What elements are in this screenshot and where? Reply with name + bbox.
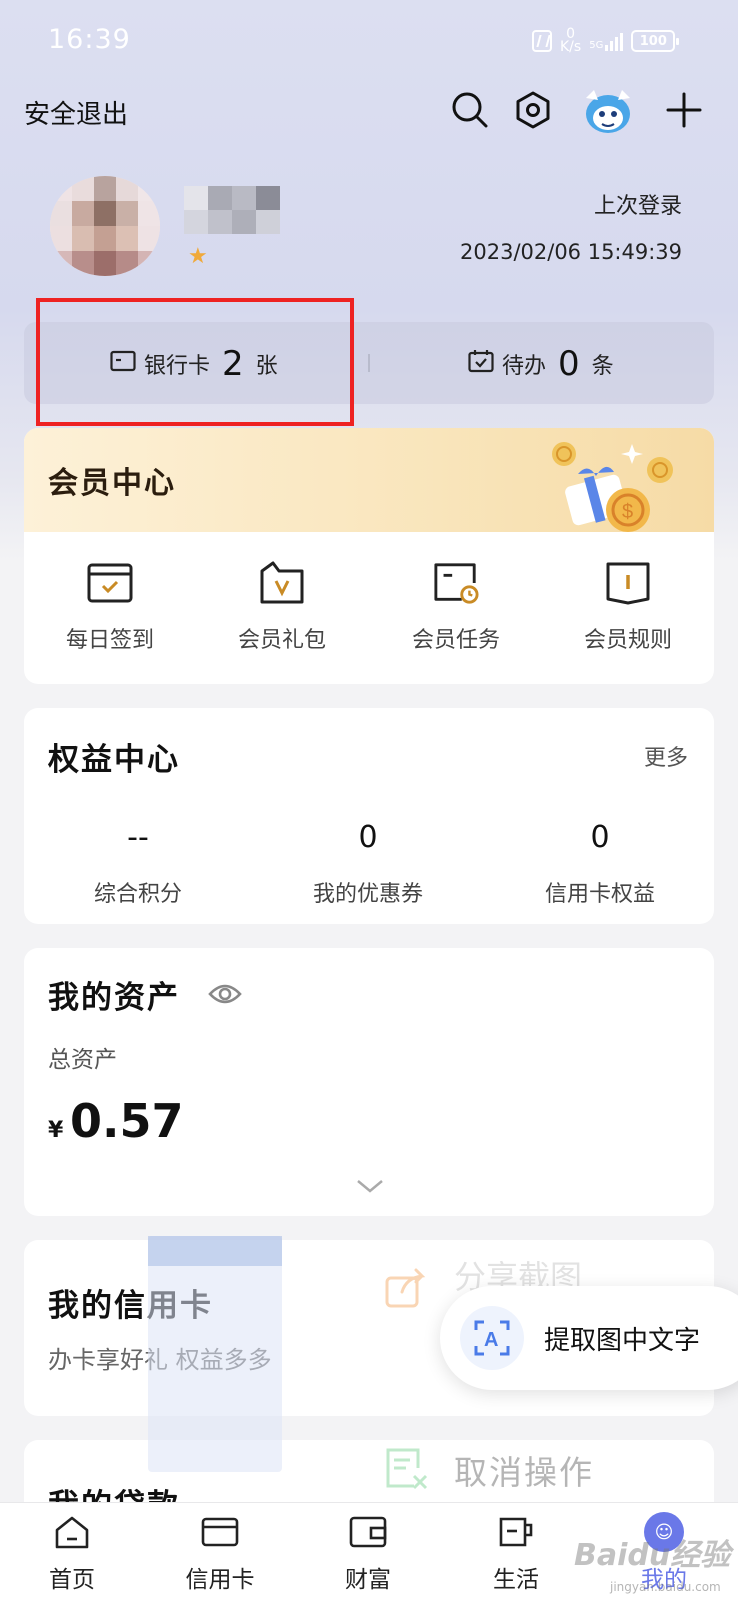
cancel-icon[interactable] xyxy=(384,1446,430,1492)
svg-text:A: A xyxy=(484,1329,498,1351)
member-level-star-icon: ★ xyxy=(188,244,208,269)
stat-value: 0 xyxy=(358,820,378,855)
stat-value: -- xyxy=(127,820,149,855)
divider xyxy=(368,354,370,372)
gift-coins-illustration: $ xyxy=(548,432,698,532)
stat-label: 信用卡权益 xyxy=(544,882,655,907)
daily-checkin-item[interactable]: 每日签到 xyxy=(40,560,180,654)
nfc-icon xyxy=(532,30,552,52)
logout-button[interactable]: 安全退出 xyxy=(24,94,128,131)
battery-level: 100 xyxy=(639,33,667,49)
gift-folder-icon xyxy=(259,560,305,606)
nav-credit-card[interactable]: 信用卡 xyxy=(160,1512,280,1594)
battery-icon: 100 xyxy=(631,30,680,52)
task-clock-icon xyxy=(433,560,479,606)
nav-label: 首页 xyxy=(49,1567,95,1593)
last-login-time: 2023/02/06 15:49:39 xyxy=(460,240,683,264)
currency-symbol: ¥ xyxy=(48,1118,64,1143)
total-assets-amount: 0.57 xyxy=(70,1094,184,1148)
rights-center-title: 权益中心 xyxy=(48,742,180,778)
signal-icon: 5G xyxy=(589,31,624,51)
mascot-avatar[interactable] xyxy=(580,84,636,136)
user-name-blurred xyxy=(184,186,280,234)
eye-visibility-icon[interactable] xyxy=(208,980,242,1008)
highlight-annotation-box xyxy=(36,298,354,426)
status-icons: 0 K/s 5G 100 xyxy=(532,26,692,56)
status-time: 16:39 xyxy=(48,24,131,55)
screenshot-thumbnail[interactable] xyxy=(148,1236,282,1472)
plus-icon[interactable] xyxy=(664,90,704,130)
calendar-check-icon xyxy=(468,349,494,379)
extract-text-label: 提取图中文字 xyxy=(544,1325,701,1356)
points-stat[interactable]: -- 综合积分 xyxy=(38,820,238,908)
todo-unit: 条 xyxy=(591,354,614,379)
svg-text:$: $ xyxy=(622,501,633,523)
member-item-label: 会员规则 xyxy=(583,628,672,653)
calendar-check-icon xyxy=(87,560,133,606)
settings-icon[interactable] xyxy=(513,90,553,130)
todo-count: 0 xyxy=(558,344,580,384)
credit-card-icon xyxy=(200,1512,240,1552)
more-link[interactable]: 更多 xyxy=(644,740,688,772)
member-rules-item[interactable]: 会员规则 xyxy=(558,560,698,654)
ocr-scan-icon: A xyxy=(460,1306,524,1370)
user-avatar[interactable] xyxy=(50,176,160,276)
coupons-stat[interactable]: 0 我的优惠券 xyxy=(268,820,468,908)
extract-text-button[interactable]: A 提取图中文字 xyxy=(440,1286,738,1390)
share-icon[interactable] xyxy=(384,1266,428,1310)
wallet-icon xyxy=(348,1512,388,1552)
member-item-label: 会员任务 xyxy=(411,628,500,653)
coffee-cup-icon xyxy=(496,1512,536,1552)
member-center-title[interactable]: 会员中心 xyxy=(48,458,176,502)
nav-label: 财富 xyxy=(345,1567,391,1593)
nav-wealth[interactable]: 财富 xyxy=(308,1512,428,1594)
todo-entry[interactable]: 待办 0 条 xyxy=(468,336,614,392)
my-assets-title: 我的资产 xyxy=(48,980,180,1016)
nav-label: 信用卡 xyxy=(185,1567,255,1593)
stat-label: 我的优惠券 xyxy=(312,882,423,907)
member-item-label: 会员礼包 xyxy=(237,628,326,653)
home-icon xyxy=(52,1512,92,1552)
nav-life[interactable]: 生活 xyxy=(456,1512,576,1594)
total-assets-label: 总资产 xyxy=(48,1047,117,1073)
todo-label: 待办 xyxy=(502,354,547,379)
credit-rights-stat[interactable]: 0 信用卡权益 xyxy=(500,820,700,908)
last-login-label: 上次登录 xyxy=(594,194,683,219)
nav-label: 生活 xyxy=(493,1567,539,1593)
nav-home[interactable]: 首页 xyxy=(12,1512,132,1594)
search-icon[interactable] xyxy=(450,90,490,130)
member-gift-item[interactable]: 会员礼包 xyxy=(212,560,352,654)
watermark: Baidu经验 xyxy=(574,1538,731,1573)
member-task-item[interactable]: 会员任务 xyxy=(386,560,526,654)
stat-value: 0 xyxy=(590,820,610,855)
cancel-operation-label[interactable]: 取消操作 xyxy=(454,1446,594,1494)
stat-label: 综合积分 xyxy=(93,882,182,907)
net-speed-unit: K/s xyxy=(560,39,582,55)
chevron-down-icon[interactable] xyxy=(356,1178,384,1194)
net-speed: 0 K/s xyxy=(560,27,582,55)
member-item-label: 每日签到 xyxy=(65,628,154,653)
rule-book-icon xyxy=(605,560,651,606)
signal-label: 5G xyxy=(589,40,604,51)
watermark-url: jingyan.baidu.com xyxy=(610,1580,721,1594)
